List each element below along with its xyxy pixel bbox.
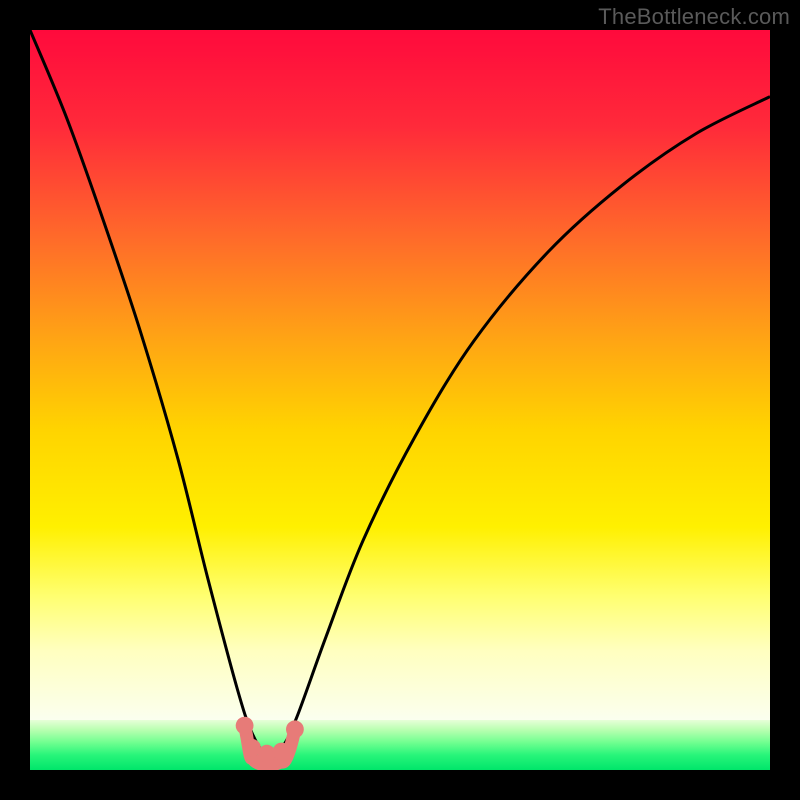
curve-marker	[236, 717, 254, 735]
plot-area	[30, 30, 770, 770]
curve-marker	[273, 743, 291, 761]
watermark-text: TheBottleneck.com	[598, 4, 790, 30]
chart-frame: TheBottleneck.com	[0, 0, 800, 800]
bottleneck-curve-svg	[30, 30, 770, 770]
curve-marker	[286, 720, 304, 738]
bottleneck-curve-path	[30, 30, 770, 756]
